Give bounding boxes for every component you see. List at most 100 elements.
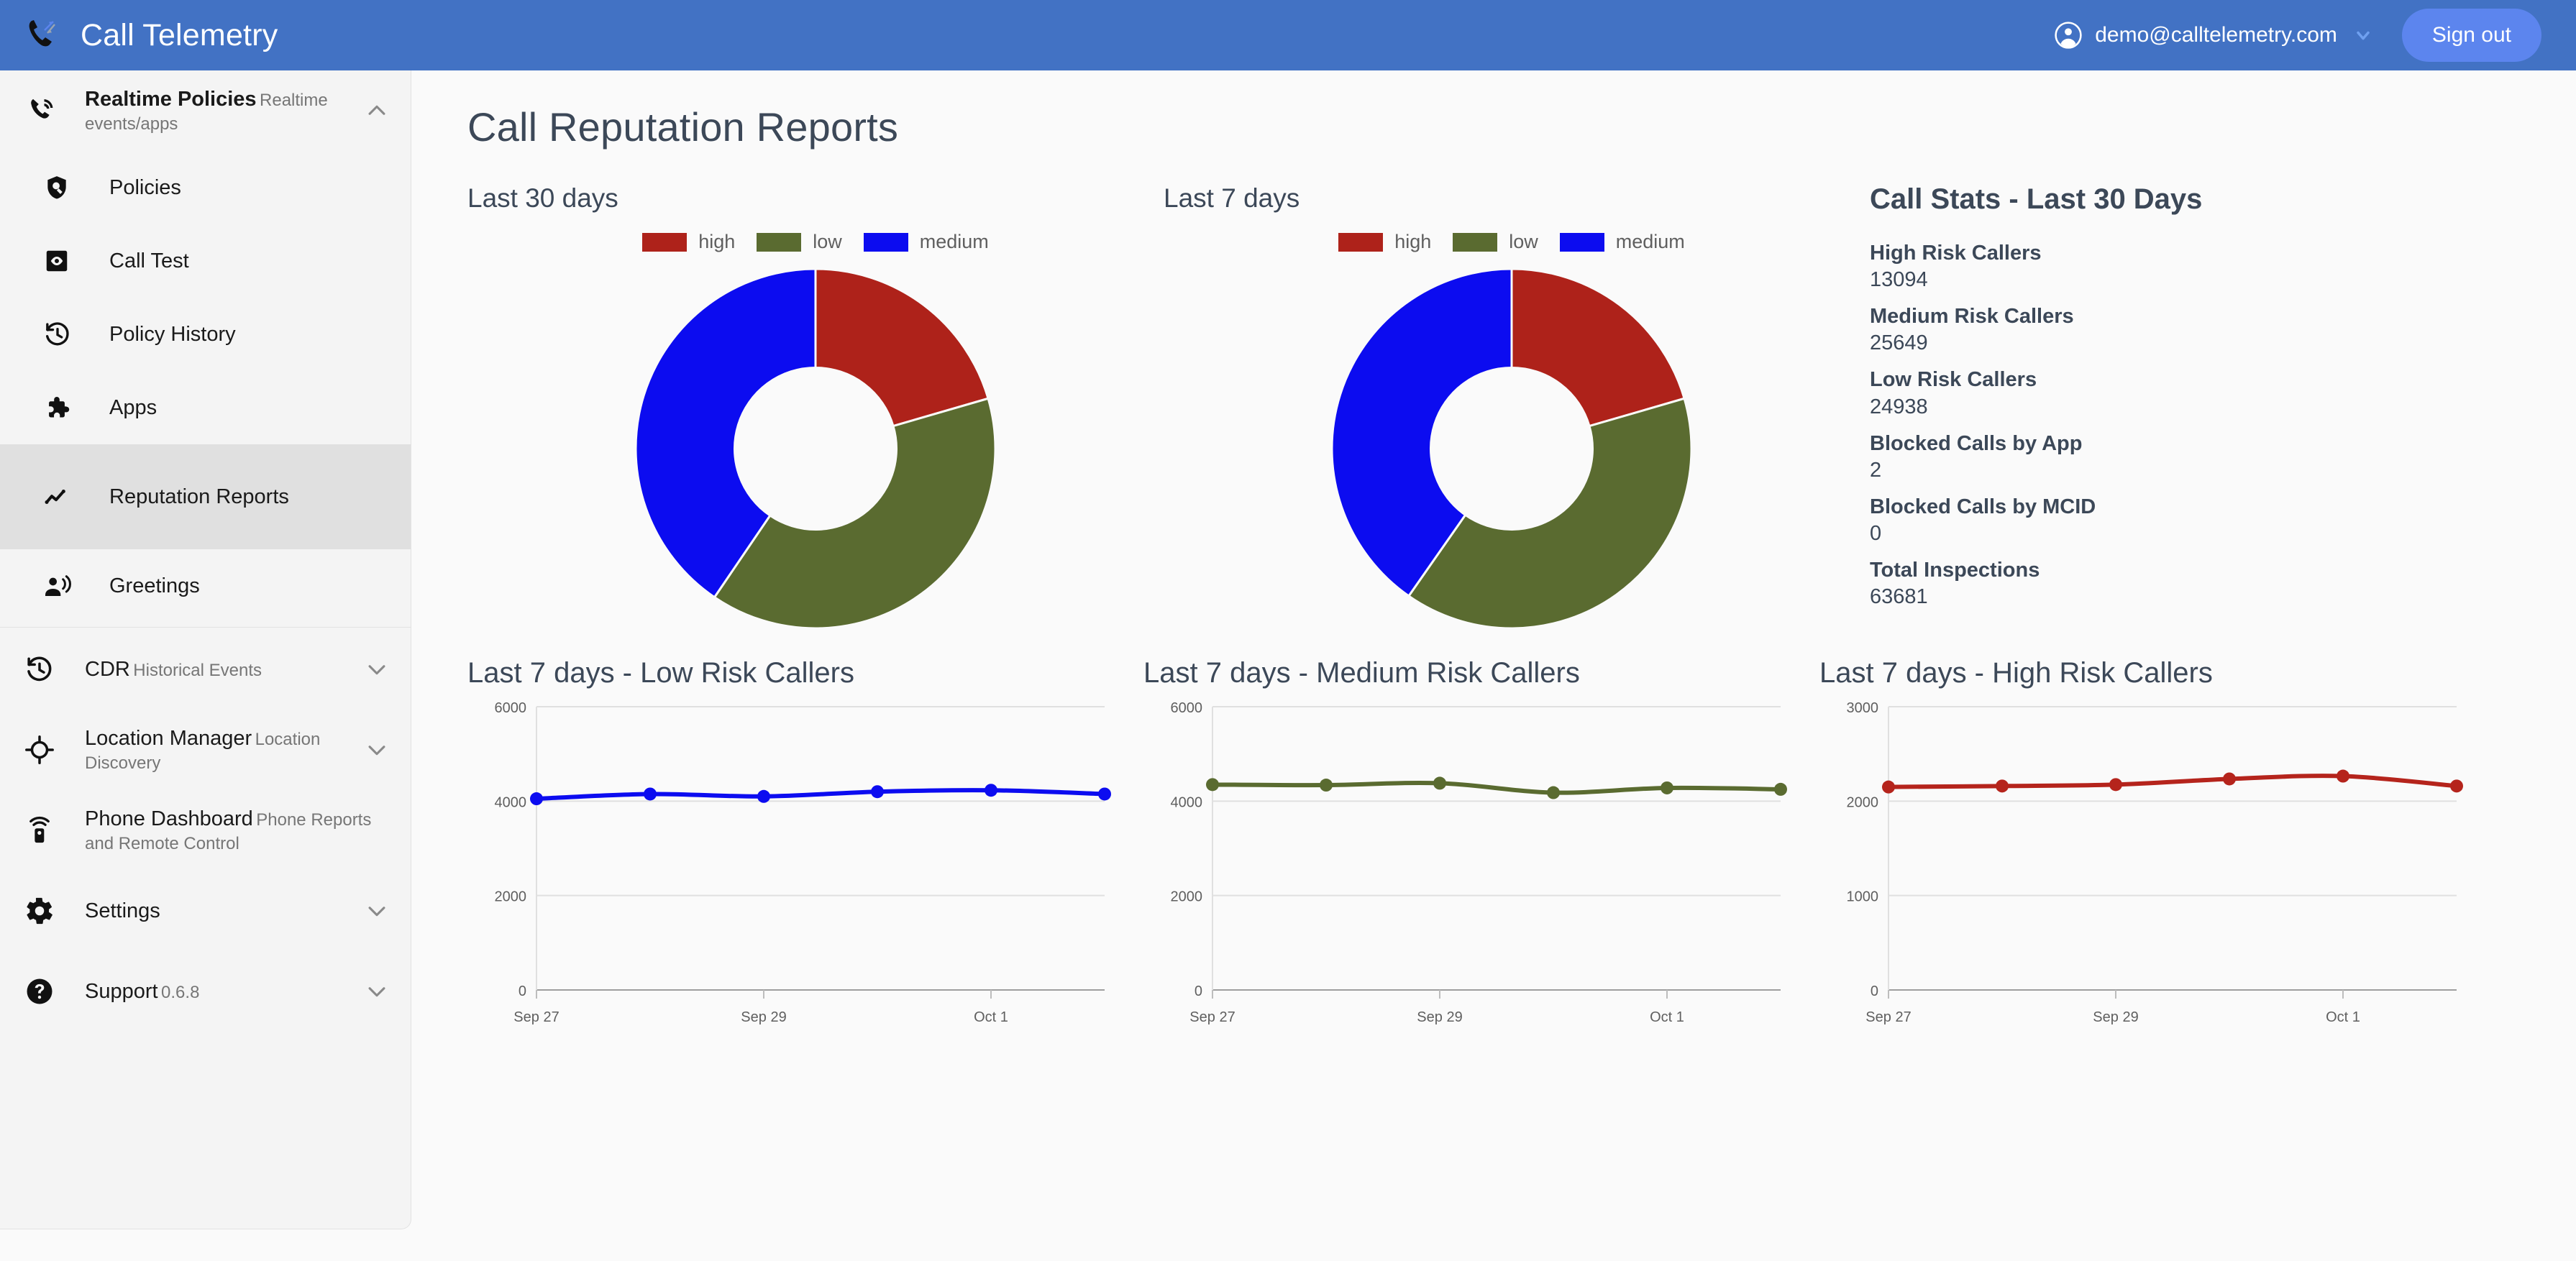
brand[interactable]: Call Telemetry (23, 14, 278, 56)
chevron-down-icon[interactable] (2353, 25, 2373, 45)
svg-text:0: 0 (519, 983, 526, 999)
svg-text:2000: 2000 (1847, 794, 1879, 810)
stat-label: Medium Risk Callers (1870, 305, 2074, 329)
svg-text:0: 0 (1195, 983, 1202, 999)
sidebar-item-label: Policy History (109, 322, 236, 346)
sidebar-item-label: Location Manager (85, 726, 252, 750)
sidebar-item-call-test[interactable]: Call Test (0, 224, 411, 298)
legend-item-high[interactable]: high (642, 231, 735, 253)
crosshair-icon (24, 730, 69, 770)
donut-legend-30: high low medium (467, 231, 1164, 253)
svg-text:Sep 29: Sep 29 (741, 1009, 786, 1025)
main-content: Call Reputation Reports Last 30 days hig… (411, 70, 2576, 1261)
svg-text:Oct 1: Oct 1 (2326, 1009, 2360, 1025)
donut-chart-last-7-days[interactable] (1325, 262, 1699, 636)
panel-title: Last 30 days (467, 183, 618, 213)
line-chart-low-risk[interactable]: 0 2000 4000 6000 Sep 27 Sep 29 Oct 1 (467, 697, 1115, 1042)
legend-swatch-high (1338, 232, 1384, 252)
sidebar-item-location-manager[interactable]: Location Manager Location Discovery (0, 710, 411, 790)
eye-square-icon (43, 241, 79, 281)
sidebar-item-text: Policies (79, 174, 390, 201)
sidebar-item-settings[interactable]: Settings (0, 871, 411, 951)
sidebar-item-label: Greetings (109, 574, 200, 597)
legend-item-medium[interactable]: medium (863, 231, 989, 253)
chevron-down-icon[interactable] (363, 979, 390, 1004)
sidebar-item-support[interactable]: Support 0.6.8 (0, 951, 411, 1032)
svg-text:6000: 6000 (1171, 700, 1203, 716)
call-stats-panel: Call Stats - Last 30 Days High Risk Call… (1860, 183, 2544, 620)
legend-label-medium: medium (919, 231, 989, 252)
donut-chart-last-30-days[interactable] (629, 262, 1002, 636)
donut-legend-7: high low medium (1164, 231, 1860, 253)
account-menu[interactable]: demo@calltelemetry.com (2055, 22, 2373, 49)
sidebar-divider (0, 627, 411, 628)
legend-swatch-low (1453, 232, 1498, 252)
sidebar-item-text: Reputation Reports (79, 480, 390, 514)
sidebar-item-phone-dashboard[interactable]: Phone Dashboard Phone Reports and Remote… (0, 790, 411, 871)
history-clock-icon (43, 314, 79, 354)
svg-text:4000: 4000 (495, 794, 527, 810)
remote-phone-icon (24, 810, 69, 850)
stat-label: Total Inspections (1870, 559, 2040, 582)
sidebar-item-policy-history[interactable]: Policy History (0, 298, 411, 371)
line-chart-icon (43, 477, 79, 517)
legend-item-low[interactable]: low (757, 231, 842, 253)
panel-medium-risk: Last 7 days - Medium Risk Callers 0 2000 4… (1143, 657, 1819, 1042)
legend-label-high: high (698, 231, 736, 252)
sidebar-item-label: Phone Dashboard (85, 807, 253, 830)
svg-text:Sep 27: Sep 27 (1865, 1009, 1911, 1025)
stat-label: Blocked Calls by App (1870, 431, 2083, 455)
svg-text:1000: 1000 (1847, 889, 1879, 905)
chart-title-high-risk: Last 7 days - High Risk Callers (1819, 657, 2213, 689)
sidebar-item-apps[interactable]: Apps (0, 371, 411, 444)
sidebar-item-text: Support 0.6.8 (69, 978, 363, 1005)
legend-label-high: high (1394, 231, 1432, 252)
sidebar-item-reputation-reports[interactable]: Reputation Reports (0, 444, 411, 549)
sidebar-item-greetings[interactable]: Greetings (0, 549, 411, 623)
legend-swatch-medium (1559, 232, 1604, 252)
chevron-up-icon[interactable] (363, 98, 390, 123)
line-chart-medium-risk[interactable]: 0 2000 4000 6000 Sep 27 Sep 29 Oct 1 (1143, 697, 1791, 1042)
sidebar-item-policies[interactable]: Policies (0, 151, 411, 224)
sidebar-item-cdr[interactable]: CDR Historical Events (0, 629, 411, 710)
legend-label-low: low (813, 231, 842, 252)
legend-item-medium[interactable]: medium (1559, 231, 1685, 253)
donut-chart-7-wrap (1164, 262, 1860, 636)
sidebar-item-label: Call Test (109, 249, 189, 272)
legend-label-low: low (1509, 231, 1538, 252)
svg-text:2000: 2000 (495, 889, 527, 905)
chart-title-low-risk: Last 7 days - Low Risk Callers (467, 657, 854, 689)
app-title: Call Telemetry (81, 17, 278, 52)
legend-swatch-high (642, 232, 688, 252)
sidebar-item-text: Location Manager Location Discovery (69, 725, 363, 776)
svg-text:Sep 27: Sep 27 (513, 1009, 559, 1025)
sign-out-button[interactable]: Sign out (2401, 9, 2541, 62)
chevron-down-icon[interactable] (363, 899, 390, 923)
sidebar-item-label: Apps (109, 395, 157, 419)
sidebar-item-text: Apps (79, 394, 390, 421)
legend-item-low[interactable]: low (1453, 231, 1538, 253)
svg-text:6000: 6000 (495, 700, 527, 716)
panel-high-risk: Last 7 days - High Risk Callers 0 1000 200… (1819, 657, 2544, 1042)
phone-telemetry-logo-icon (23, 14, 65, 56)
puzzle-piece-icon (43, 388, 79, 428)
panel-title: Last 7 days (1164, 183, 1300, 213)
sidebar-item-label: CDR (85, 657, 130, 681)
sidebar-item-label: Reputation Reports (109, 485, 289, 508)
stat-label: Low Risk Callers (1870, 368, 2037, 392)
legend-item-high[interactable]: high (1338, 231, 1431, 253)
chevron-down-icon[interactable] (363, 657, 390, 682)
sidebar-item-text: Greetings (79, 572, 390, 600)
sidebar-item-sublabel: Historical Events (133, 660, 262, 680)
stat-label: Blocked Calls by MCID (1870, 495, 2096, 518)
sidebar-item-label: Support (85, 979, 158, 1003)
chart-title-medium-risk: Last 7 days - Medium Risk Callers (1143, 657, 1580, 689)
stat-label: High Risk Callers (1870, 242, 2042, 265)
sidebar-item-realtime-policies[interactable]: Realtime Policies Realtime events/apps (0, 70, 411, 151)
panel-last-30-days: Last 30 days high low medium (467, 183, 1164, 636)
history-clock-icon (24, 649, 69, 689)
chevron-down-icon[interactable] (363, 738, 390, 762)
line-chart-high-risk[interactable]: 0 1000 2000 3000 Sep 27 Sep 29 Oct 1 (1819, 697, 2467, 1042)
svg-text:Sep 29: Sep 29 (1417, 1009, 1462, 1025)
svg-text:4000: 4000 (1171, 794, 1203, 810)
